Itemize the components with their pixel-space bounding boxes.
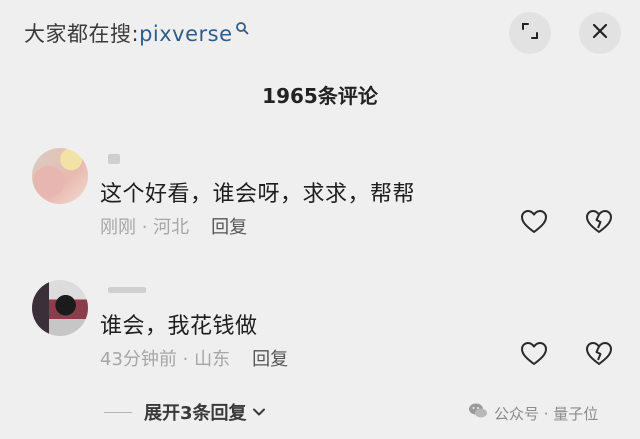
heart-icon	[520, 209, 548, 239]
wechat-icon	[468, 402, 494, 424]
search-prefix: 大家都在搜:	[24, 22, 140, 46]
heart-icon	[520, 341, 548, 371]
header: 大家都在搜:pixverse	[0, 0, 640, 64]
like-button[interactable]	[517, 207, 551, 241]
reply-button[interactable]: 回复	[211, 217, 247, 238]
watermark-text: 公众号 · 量子位	[494, 404, 599, 423]
expand-button[interactable]	[509, 12, 551, 54]
comment-text: 谁会，我花钱做	[100, 314, 258, 339]
search-suggestion[interactable]: 大家都在搜:pixverse	[24, 18, 249, 48]
expand-replies-button[interactable]: 展开3条回复	[104, 400, 267, 424]
search-query[interactable]: pixverse	[139, 22, 232, 46]
avatar[interactable]	[32, 280, 88, 336]
username[interactable]	[108, 154, 120, 164]
broken-heart-icon	[585, 209, 613, 239]
search-icon	[235, 18, 249, 42]
comment-text: 这个好看，谁会呀，求求，帮帮	[100, 182, 416, 207]
reply-button[interactable]: 回复	[252, 349, 288, 370]
watermark: 公众号 · 量子位	[468, 402, 598, 424]
comment-count: 1965条评论	[262, 84, 378, 108]
close-button[interactable]	[579, 12, 621, 54]
expand-icon	[520, 21, 540, 45]
dislike-button[interactable]	[582, 339, 616, 373]
avatar[interactable]	[32, 148, 88, 204]
comment-location: 山东	[194, 349, 231, 370]
dislike-button[interactable]	[582, 207, 616, 241]
chevron-down-icon	[251, 404, 267, 420]
divider	[104, 411, 132, 413]
close-icon	[590, 21, 610, 45]
comment-time: 43分钟前	[100, 349, 177, 370]
expand-replies-label: 展开3条回复	[144, 403, 247, 424]
username[interactable]	[108, 287, 146, 293]
comment-time: 刚刚	[100, 217, 136, 238]
like-button[interactable]	[517, 339, 551, 373]
comment-location: 河北	[153, 217, 190, 238]
comment-meta: 刚刚 · 河北 回复	[100, 217, 248, 238]
comment-meta: 43分钟前 · 山东 回复	[100, 349, 289, 370]
broken-heart-icon	[585, 341, 613, 371]
